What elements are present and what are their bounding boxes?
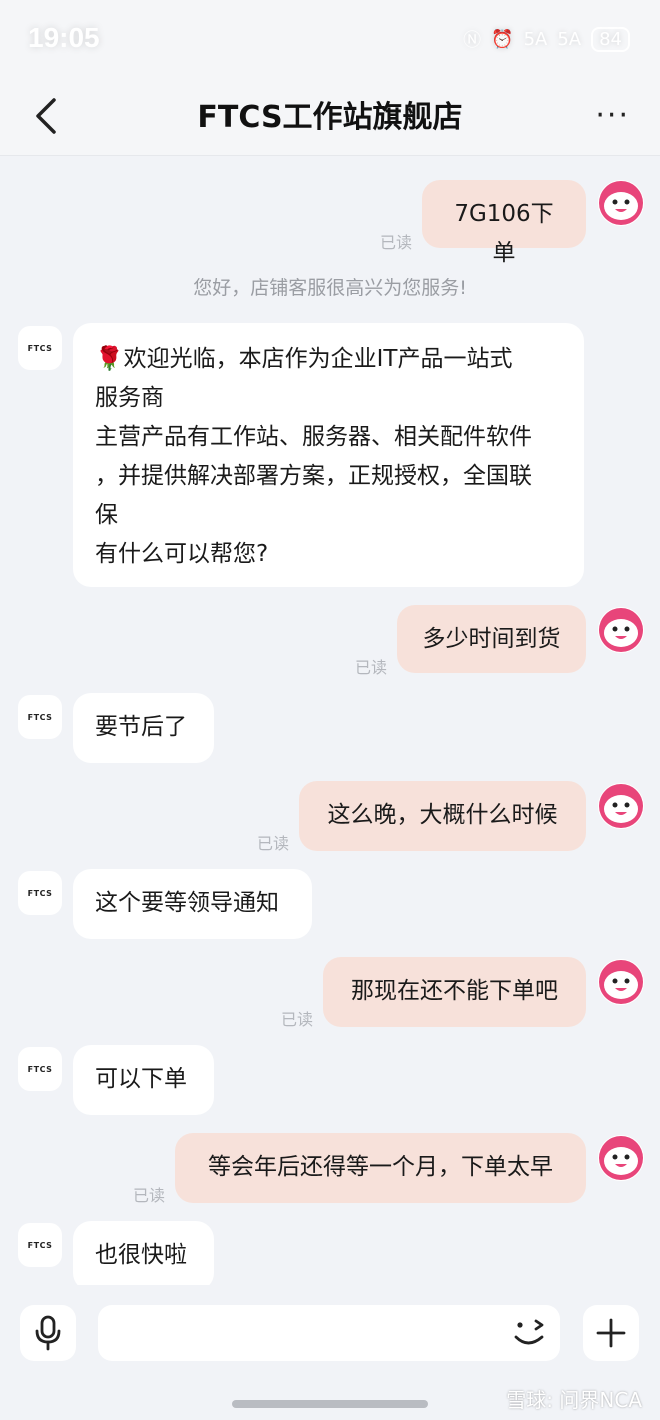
- plus-icon: [596, 1318, 626, 1348]
- message-line: 🌹欢迎光临，本店作为企业IT产品一站式: [95, 346, 513, 372]
- alarm-icon: ⏰: [491, 28, 514, 50]
- message-text: 也很快啦: [95, 1242, 187, 1268]
- message-text: 这个要等领导通知: [95, 890, 279, 916]
- read-receipt: 已读: [281, 1010, 314, 1029]
- more-actions-button[interactable]: [583, 1305, 639, 1361]
- shop-avatar[interactable]: FTCS: [18, 326, 62, 370]
- user-avatar[interactable]: [598, 959, 644, 1005]
- message-text: 7G106下单: [454, 201, 554, 266]
- status-icons: Ⓝ ⏰ 5A 5A 84: [463, 26, 630, 52]
- read-receipt: 已读: [355, 658, 388, 677]
- message-bubble-shop[interactable]: 可以下单: [73, 1045, 214, 1115]
- chat-messages[interactable]: 7G106下单 已读 您好，店铺客服很高兴为您服务! FTCS 🌹欢迎光临，本店…: [0, 155, 660, 1285]
- read-receipt: 已读: [257, 834, 290, 853]
- message-text: 那现在还不能下单吧: [351, 978, 558, 1004]
- message-bubble-mine[interactable]: 这么晚，大概什么时候: [299, 781, 586, 851]
- message-text: 要节后了: [95, 714, 187, 740]
- message-text: 这么晚，大概什么时候: [327, 802, 558, 828]
- message-bubble-shop[interactable]: 也很快啦: [73, 1221, 214, 1285]
- rose-icon: 🌹: [95, 346, 124, 372]
- message-bubble-shop[interactable]: 🌹欢迎光临，本店作为企业IT产品一站式 服务商 主营产品有工作站、服务器、相关配…: [73, 323, 584, 587]
- wink-emoji-icon: [514, 1319, 544, 1345]
- message-bubble-mine[interactable]: 那现在还不能下单吧: [323, 957, 586, 1027]
- user-avatar[interactable]: [598, 607, 644, 653]
- signal-icon-2: 5A: [557, 28, 582, 50]
- shop-avatar[interactable]: FTCS: [18, 871, 62, 915]
- shop-avatar[interactable]: FTCS: [18, 1047, 62, 1091]
- message-bubble-shop[interactable]: 这个要等领导通知: [73, 869, 312, 939]
- page-title: FTCS工作站旗舰店: [197, 100, 463, 135]
- voice-button[interactable]: [20, 1305, 76, 1361]
- home-indicator[interactable]: [232, 1400, 428, 1408]
- nfc-icon: Ⓝ: [463, 30, 482, 51]
- mascot-avatar-icon: [599, 181, 643, 225]
- shop-avatar[interactable]: FTCS: [18, 695, 62, 739]
- message-bubble-mine[interactable]: 等会年后还得等一个月，下单太早: [175, 1133, 586, 1203]
- mascot-avatar-icon: [599, 960, 643, 1004]
- message-text: 等会年后还得等一个月，下单太早: [208, 1154, 553, 1180]
- emoji-button[interactable]: [510, 1315, 550, 1351]
- system-message: 您好，店铺客服很高兴为您服务!: [193, 277, 467, 299]
- message-text: 多少时间到货: [422, 626, 561, 652]
- user-avatar[interactable]: [598, 1135, 644, 1181]
- user-avatar[interactable]: [598, 783, 644, 829]
- mascot-avatar-icon: [599, 784, 643, 828]
- more-dots-icon: ···: [595, 98, 630, 133]
- message-line: 主营产品有工作站、服务器、相关配件软件: [95, 424, 532, 450]
- signal-icon-1: 5A: [523, 28, 548, 50]
- user-avatar[interactable]: [598, 180, 644, 226]
- message-line: 服务商: [95, 385, 164, 411]
- mascot-avatar-icon: [599, 1136, 643, 1180]
- microphone-icon: [35, 1315, 61, 1351]
- message-line: 有什么可以帮您?: [95, 541, 269, 567]
- mascot-avatar-icon: [599, 608, 643, 652]
- battery-icon: 84: [591, 26, 630, 52]
- status-bar: 19:05 Ⓝ ⏰ 5A 5A 84: [0, 0, 660, 80]
- message-bubble-shop[interactable]: 要节后了: [73, 693, 214, 763]
- chat-header: FTCS工作站旗舰店 ···: [0, 80, 660, 156]
- message-line: ，并提供解决部署方案，正规授权，全国联: [95, 463, 532, 489]
- message-bubble-mine[interactable]: 多少时间到货: [397, 605, 586, 673]
- shop-avatar[interactable]: FTCS: [18, 1223, 62, 1267]
- status-time: 19:05: [28, 22, 100, 53]
- read-receipt: 已读: [380, 233, 413, 252]
- message-text: 可以下单: [95, 1066, 187, 1092]
- message-line: 保: [95, 502, 118, 528]
- more-button[interactable]: ···: [595, 98, 630, 133]
- message-input[interactable]: [98, 1305, 560, 1361]
- read-receipt: 已读: [133, 1186, 166, 1205]
- message-bubble-mine[interactable]: 7G106下单: [422, 180, 586, 266]
- watermark: 雪球: 问界NCA: [506, 1388, 642, 1412]
